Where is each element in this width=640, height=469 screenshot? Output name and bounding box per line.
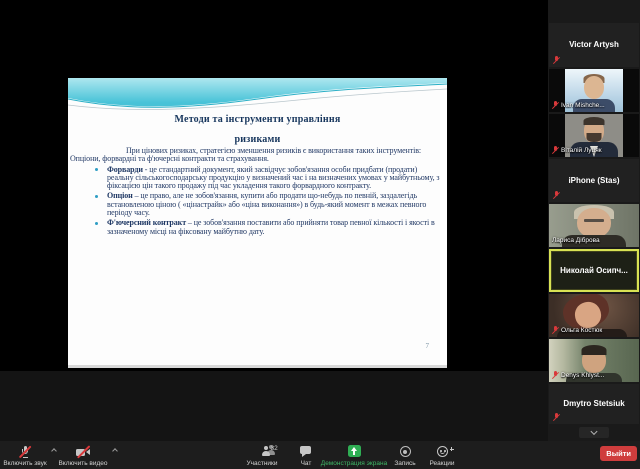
participant-tile-denys-khlyst[interactable]: Denys Khlyst... xyxy=(549,339,639,382)
participant-name: Dmytro Stetsiuk xyxy=(563,398,625,408)
leave-meeting-button[interactable]: Выйти xyxy=(600,446,637,461)
video-figure xyxy=(577,208,611,238)
share-screen-icon xyxy=(347,445,361,457)
participant-name: iPhone (Stas) xyxy=(568,175,620,185)
participant-name: Ольга Костюк xyxy=(561,326,603,334)
muted-mic-icon xyxy=(552,101,559,109)
start-video-button[interactable]: Включить видео xyxy=(58,444,108,468)
slide-page-number: 7 xyxy=(425,342,430,350)
reactions-icon xyxy=(436,446,454,457)
video-figure xyxy=(581,345,607,355)
presentation-slide: Методи та інструменти управління ризикам… xyxy=(68,78,447,368)
share-screen-label: Демонстрация экрана xyxy=(320,460,388,467)
participants-sidebar: Victor Artysh Ivan Mishche... Віталій Лу… xyxy=(548,0,640,441)
video-options-chevron-icon[interactable] xyxy=(112,448,118,454)
reactions-button[interactable]: Реакции xyxy=(426,444,458,468)
glasses-figure xyxy=(584,219,604,222)
participant-name-badge: Ivan Mishche... xyxy=(552,101,605,109)
participants-label: Участники xyxy=(246,460,278,467)
participant-name-badge: Лариса Діброва xyxy=(552,237,600,244)
meeting-toolbar: Включить звук Включить видео 32 Участник… xyxy=(0,441,640,469)
chevron-down-icon xyxy=(590,427,598,436)
muted-mic-icon xyxy=(18,445,32,459)
participant-name: Victor Artysh xyxy=(569,39,619,49)
participant-name: Николай Осипч... xyxy=(560,265,628,275)
participant-tile-victor-artysh[interactable]: Victor Artysh xyxy=(549,23,639,67)
slide-body: При цінових ризиках, стратегією зменшенн… xyxy=(70,146,440,238)
participant-name: Лариса Діброва xyxy=(552,237,600,244)
record-button[interactable]: Запись xyxy=(391,444,419,468)
participant-name-badge: Ольга Костюк xyxy=(552,326,602,334)
reactions-label: Реакции xyxy=(429,460,455,467)
participant-tile-olha-kostiuk[interactable]: Ольга Костюк xyxy=(549,294,639,337)
chat-label: Чат xyxy=(300,460,312,467)
chat-icon xyxy=(300,445,312,457)
muted-mic-icon xyxy=(552,326,559,334)
audio-options-chevron-icon[interactable] xyxy=(51,448,57,454)
participant-name: Ivan Mishche... xyxy=(561,101,605,109)
participant-tile-larysa-dibrova[interactable]: Лариса Діброва xyxy=(549,204,639,247)
participants-icon: 32 xyxy=(255,445,278,457)
participant-name-badge: Віталій Луцяк xyxy=(552,146,602,154)
video-figure xyxy=(583,117,605,125)
muted-mic-icon xyxy=(553,191,560,199)
muted-camera-icon xyxy=(75,445,91,459)
screen-share-area: Методи та інструменти управління ризикам… xyxy=(0,0,548,441)
slide-title-line1: Методи та інструменти управління xyxy=(174,114,341,125)
slide-intro-paragraph: При цінових ризиках, стратегією зменшенн… xyxy=(70,146,422,164)
unmute-button[interactable]: Включить звук xyxy=(2,444,48,468)
slide-wave-decoration xyxy=(68,78,447,136)
bullet-forward: Форварди - це стандартний документ, який… xyxy=(95,164,440,191)
participant-tile-vitaliy-lutsiak[interactable]: Віталій Луцяк xyxy=(549,114,639,157)
participants-count: 32 xyxy=(270,445,278,452)
plus-icon xyxy=(449,447,454,451)
unmute-label: Включить звук xyxy=(3,460,47,467)
slide-bottom-strip xyxy=(68,365,447,368)
participants-button[interactable]: 32 Участники xyxy=(239,444,285,468)
collapse-gallery-button[interactable] xyxy=(579,427,609,438)
video-figure xyxy=(584,76,604,99)
participant-tile-ivan-mishche[interactable]: Ivan Mishche... xyxy=(549,69,639,112)
record-label: Запись xyxy=(394,460,416,467)
start-video-label: Включить видео xyxy=(58,460,108,467)
chat-button[interactable]: Чат xyxy=(293,444,319,468)
participant-name-badge: Denys Khlyst... xyxy=(552,371,604,379)
participant-name: Denys Khlyst... xyxy=(561,371,605,379)
participant-name: Віталій Луцяк xyxy=(561,146,602,154)
zoom-meeting-window: Методи та інструменти управління ризикам… xyxy=(0,0,640,469)
participant-tile-nikolay-osipch-active-speaker[interactable]: Николай Осипч... xyxy=(549,249,639,292)
participant-tile-dmytro-stetsiuk[interactable]: Dmytro Stetsiuk xyxy=(549,384,639,424)
participant-tile-iphone-stas[interactable]: iPhone (Stas) xyxy=(549,159,639,202)
bullet-futures: Ф'ючерсний контракт – це зобов'язання по… xyxy=(95,219,440,236)
muted-mic-icon xyxy=(552,371,559,379)
muted-mic-icon xyxy=(553,56,560,64)
share-screen-button[interactable]: Демонстрация экрана xyxy=(320,444,388,468)
slide-bullet-list: Форварди - це стандартний документ, який… xyxy=(70,164,440,236)
record-icon xyxy=(399,446,411,457)
muted-mic-icon xyxy=(553,413,560,421)
muted-mic-icon xyxy=(552,146,559,154)
bullet-option: Опціон – це право, але не зобов'язання, … xyxy=(95,192,440,217)
video-figure xyxy=(586,133,602,142)
slide-title-line2: ризиками xyxy=(234,134,281,145)
